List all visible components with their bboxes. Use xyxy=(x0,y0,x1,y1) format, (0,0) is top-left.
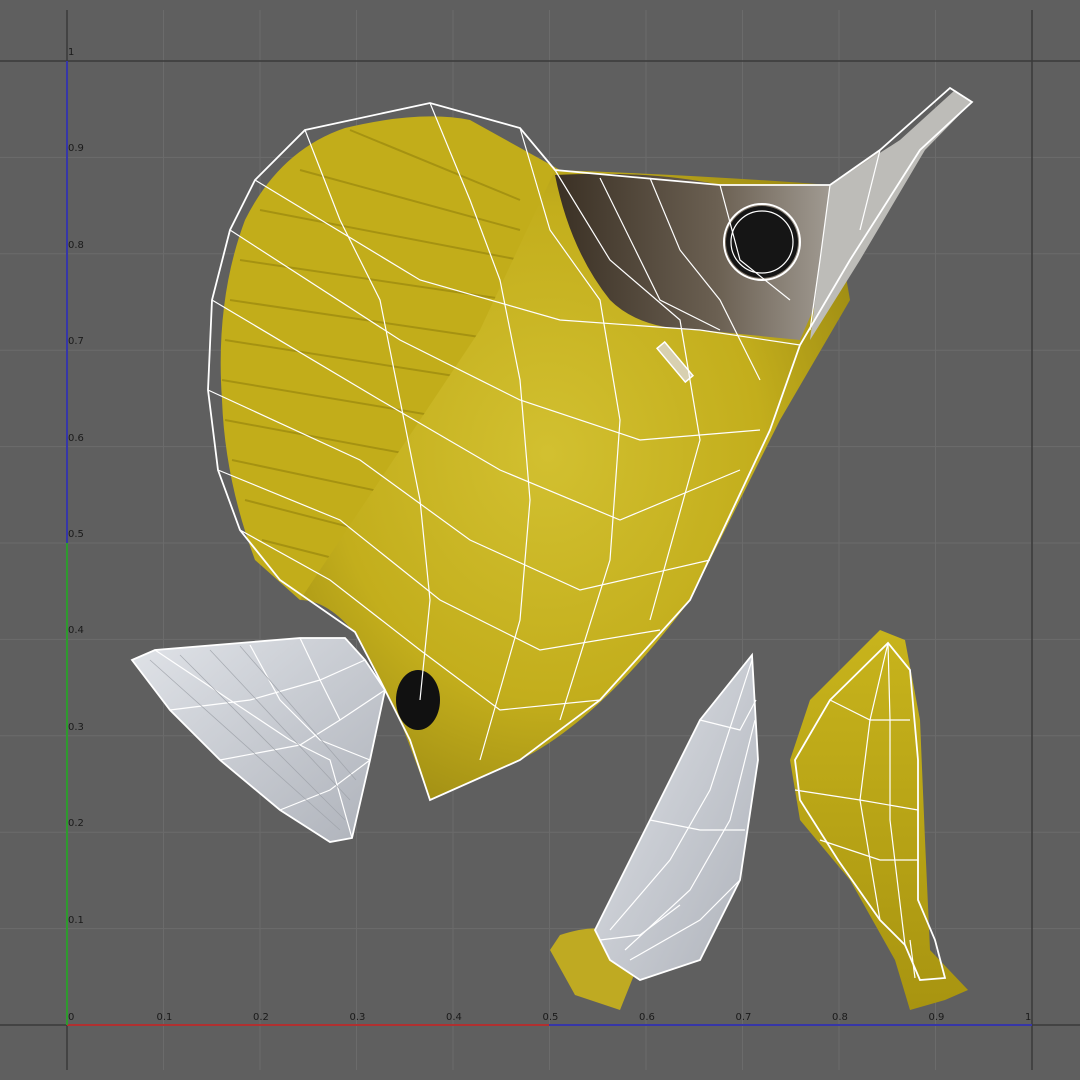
u-tick-label: 0.2 xyxy=(253,1012,269,1023)
uv-canvas[interactable] xyxy=(0,0,1080,1080)
u-tick-label: 0.1 xyxy=(156,1012,173,1023)
v-tick-label: 0.2 xyxy=(68,818,84,830)
v-tick-label: 0.6 xyxy=(68,432,84,444)
v-tick-label: 0.7 xyxy=(68,336,84,348)
u-tick-label: 0.3 xyxy=(349,1012,366,1023)
v-tick-label: 0.8 xyxy=(68,239,84,251)
u-tick-label: 0.5 xyxy=(542,1012,559,1023)
v-tick-label: 0.5 xyxy=(68,529,84,540)
u-tick-label: 0.9 xyxy=(928,1012,945,1023)
u-tick-label: 1 xyxy=(1025,1012,1032,1023)
ventral-fin-island[interactable] xyxy=(790,630,968,1010)
u-tick-label: 0.4 xyxy=(446,1012,462,1023)
v-tick-label: 0.3 xyxy=(68,721,84,733)
v-tick-label: 1 xyxy=(68,47,75,58)
tail-fin-island[interactable] xyxy=(130,637,386,843)
u-tick-label: 0.6 xyxy=(639,1012,655,1023)
origin-label: 0 xyxy=(68,1012,75,1023)
caudal-spot-texture xyxy=(396,670,440,730)
v-tick-label: 0.9 xyxy=(68,143,84,155)
u-tick-label: 0.8 xyxy=(832,1012,848,1023)
u-tick-label: 0.7 xyxy=(735,1012,752,1023)
v-tick-label: 0.4 xyxy=(68,625,84,637)
uv-editor-viewport[interactable]: 0 0.1 0.2 0.3 0.4 0.5 0.6 0.7 0.8 0.9 1 0.1 0.2 0.3 0.… xyxy=(0,0,1080,1080)
eye-texture xyxy=(726,206,798,278)
v-tick-label: 0.1 xyxy=(68,914,84,926)
